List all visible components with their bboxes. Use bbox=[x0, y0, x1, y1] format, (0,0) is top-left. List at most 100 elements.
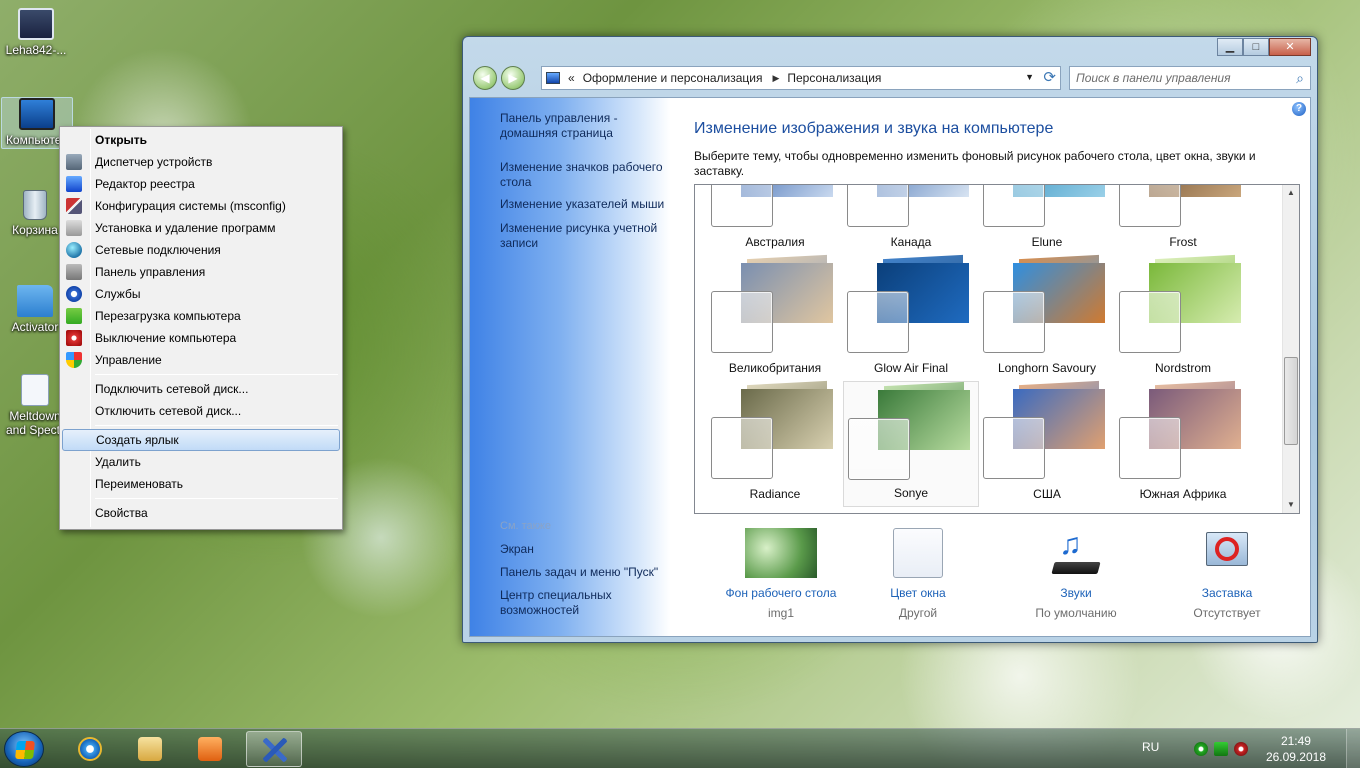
theme-item[interactable]: Frost bbox=[1115, 185, 1251, 255]
menu-item-disconnect-drive[interactable]: Отключить сетевой диск... bbox=[62, 400, 340, 422]
menu-separator bbox=[95, 374, 338, 375]
theme-name: Южная Африка bbox=[1139, 487, 1227, 501]
security-check-icon[interactable] bbox=[1194, 742, 1208, 756]
menu-item-programs[interactable]: Установка и удаление программ bbox=[62, 217, 340, 239]
link-ease-of-access[interactable]: Центр специальных возможностей bbox=[500, 588, 670, 618]
menu-item-rename[interactable]: Переименовать bbox=[62, 473, 340, 495]
link-mouse-pointers[interactable]: Изменение указателей мыши bbox=[500, 197, 670, 212]
theme-name: Nordstrom bbox=[1154, 361, 1211, 375]
sounds-value: По умолчанию bbox=[1035, 606, 1117, 620]
taskbar-personalization-button[interactable] bbox=[246, 731, 302, 767]
link-account-picture[interactable]: Изменение рисунка учетной записи bbox=[500, 221, 670, 251]
theme-item[interactable]: Elune bbox=[979, 185, 1115, 255]
theme-name: США bbox=[1033, 487, 1061, 501]
theme-item[interactable]: Великобритания bbox=[707, 254, 843, 381]
menu-item-control-panel[interactable]: Панель управления bbox=[62, 261, 340, 283]
taskbar-media-player-button[interactable] bbox=[182, 731, 238, 767]
control-panel-icon bbox=[66, 264, 82, 280]
screensaver-setting[interactable]: Заставка Отсутствует bbox=[1172, 528, 1282, 620]
task-pane: Панель управления - домашняя страница Из… bbox=[470, 98, 670, 636]
theme-window-color-frame bbox=[711, 185, 773, 227]
close-button[interactable]: ✕ bbox=[1269, 38, 1311, 56]
menu-item-delete[interactable]: Удалить bbox=[62, 451, 340, 473]
search-icon[interactable]: ⌕ bbox=[1296, 67, 1304, 89]
breadcrumb-item-personalization[interactable]: Персонализация bbox=[787, 71, 881, 85]
clock[interactable]: 21:49 26.09.2018 bbox=[1266, 733, 1326, 765]
theme-item[interactable]: Longhorn Savoury bbox=[979, 254, 1115, 381]
gear-icon bbox=[66, 286, 82, 302]
window-color-link[interactable]: Цвет окна bbox=[868, 586, 968, 600]
menu-item-open[interactable]: Открыть bbox=[62, 129, 340, 151]
theme-name: Великобритания bbox=[728, 361, 822, 375]
theme-window-color-frame bbox=[983, 185, 1045, 227]
menu-item-device-manager[interactable]: Диспетчер устройств bbox=[62, 151, 340, 173]
refresh-icon[interactable]: ⟳ bbox=[1043, 68, 1056, 86]
address-bar[interactable]: « Оформление и персонализация ▶ Персонал… bbox=[541, 66, 1061, 90]
theme-item[interactable]: Glow Air Final bbox=[843, 254, 979, 381]
theme-name: Longhorn Savoury bbox=[997, 361, 1097, 375]
programs-icon bbox=[66, 220, 82, 236]
menu-item-services[interactable]: Службы bbox=[62, 283, 340, 305]
window-color-setting[interactable]: Цвет окна Другой bbox=[868, 528, 968, 620]
vertical-scrollbar[interactable]: ▲ ▼ bbox=[1282, 185, 1299, 513]
sounds-link[interactable]: Звуки bbox=[1016, 586, 1136, 600]
show-desktop-button[interactable] bbox=[1346, 729, 1360, 768]
menu-item-msconfig[interactable]: Конфигурация системы (msconfig) bbox=[62, 195, 340, 217]
language-indicator[interactable]: RU bbox=[1142, 740, 1159, 754]
taskbar-ie-button[interactable] bbox=[62, 731, 118, 767]
scroll-thumb[interactable] bbox=[1284, 357, 1298, 445]
content-area: Панель управления - домашняя страница Из… bbox=[469, 97, 1311, 637]
desktop-background-setting[interactable]: Фон рабочего стола img1 bbox=[706, 528, 856, 620]
menu-item-registry-editor[interactable]: Редактор реестра bbox=[62, 173, 340, 195]
search-input[interactable]: Поиск в панели управления ⌕ bbox=[1069, 66, 1311, 90]
menu-item-restart[interactable]: Перезагрузка компьютера bbox=[62, 305, 340, 327]
menu-item-manage[interactable]: Управление bbox=[62, 349, 340, 371]
breadcrumb-item-appearance[interactable]: Оформление и персонализация bbox=[583, 71, 763, 85]
sounds-setting[interactable]: ♫ Звуки По умолчанию bbox=[1016, 528, 1136, 620]
theme-item[interactable]: Южная Африка bbox=[1115, 380, 1251, 507]
window-color-value: Другой bbox=[898, 606, 938, 620]
menu-item-create-shortcut[interactable]: Создать ярлык bbox=[62, 429, 340, 451]
chevron-down-icon[interactable]: ▼ bbox=[1025, 72, 1034, 82]
user-folder-icon bbox=[18, 8, 54, 40]
breadcrumb-arrow-icon[interactable]: ▶ bbox=[772, 73, 779, 84]
music-notes-icon: ♫ bbox=[1051, 528, 1101, 578]
menu-item-shutdown[interactable]: Выключение компьютера bbox=[62, 327, 340, 349]
theme-window-color-frame bbox=[847, 185, 909, 227]
forward-button[interactable]: ▶ bbox=[501, 66, 525, 90]
desktop-background-thumbnail bbox=[745, 528, 817, 578]
screensaver-link[interactable]: Заставка bbox=[1172, 586, 1282, 600]
theme-item[interactable]: Австралия bbox=[707, 185, 843, 255]
minimize-button[interactable]: ▁ bbox=[1217, 38, 1243, 56]
desktop-background-link[interactable]: Фон рабочего стола bbox=[706, 586, 856, 600]
scroll-down-arrow-icon[interactable]: ▼ bbox=[1283, 497, 1299, 513]
network-icon[interactable] bbox=[1214, 742, 1228, 756]
desktop-icon-user[interactable]: Leha842-... bbox=[2, 8, 70, 57]
start-button[interactable] bbox=[4, 731, 44, 767]
link-desktop-icons[interactable]: Изменение значков рабочего стола bbox=[500, 160, 670, 190]
volume-icon[interactable] bbox=[1234, 742, 1248, 756]
menu-item-properties[interactable]: Свойства bbox=[62, 502, 340, 524]
theme-item[interactable]: Nordstrom bbox=[1115, 254, 1251, 381]
windows-logo-icon bbox=[15, 741, 35, 759]
document-icon bbox=[21, 374, 49, 406]
menu-item-network-connections[interactable]: Сетевые подключения bbox=[62, 239, 340, 261]
link-display[interactable]: Экран bbox=[500, 542, 670, 557]
help-icon[interactable]: ? bbox=[1292, 102, 1306, 116]
breadcrumb-prefix[interactable]: « bbox=[568, 71, 575, 85]
taskbar-explorer-button[interactable] bbox=[122, 731, 178, 767]
theme-item[interactable]: Канада bbox=[843, 185, 979, 255]
maximize-button[interactable]: □ bbox=[1243, 38, 1269, 56]
link-taskbar-start[interactable]: Панель задач и меню "Пуск" bbox=[500, 565, 670, 580]
see-also-header: См. также bbox=[500, 520, 551, 532]
theme-window-color-frame bbox=[1119, 185, 1181, 227]
menu-item-map-drive[interactable]: Подключить сетевой диск... bbox=[62, 378, 340, 400]
theme-item[interactable]: Radiance bbox=[707, 380, 843, 507]
link-control-panel-home[interactable]: Панель управления - домашняя страница bbox=[500, 111, 670, 141]
theme-item[interactable]: США bbox=[979, 380, 1115, 507]
system-tray: RU 21:49 26.09.2018 bbox=[1130, 729, 1360, 768]
scroll-up-arrow-icon[interactable]: ▲ bbox=[1283, 185, 1299, 201]
tools-icon bbox=[66, 198, 82, 214]
theme-item[interactable]: Sonye bbox=[843, 381, 979, 507]
back-button[interactable]: ◀ bbox=[473, 66, 497, 90]
